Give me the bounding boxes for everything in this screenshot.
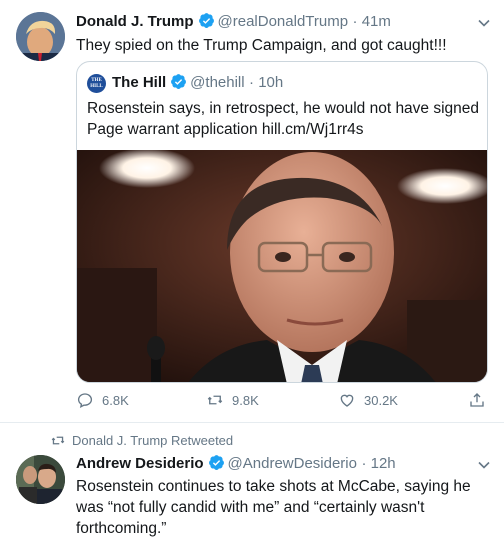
author-name[interactable]: Donald J. Trump — [76, 13, 194, 30]
avatar-trump[interactable] — [16, 12, 65, 61]
tweet2-text-line3: forthcoming.” — [76, 520, 167, 537]
quote-author-handle: @thehill — [190, 74, 245, 91]
tweet2-text-line1: Rosenstein continues to take shots at Mc… — [76, 478, 471, 495]
tweet2-header: Andrew Desiderio @AndrewDesiderio · 12h — [76, 454, 396, 473]
tweet-header: Donald J. Trump @realDonaldTrump · 41m — [76, 12, 391, 31]
share-button[interactable] — [468, 391, 494, 409]
retweeted-by[interactable]: Donald J. Trump Retweeted — [50, 433, 233, 448]
author-name[interactable]: Andrew Desiderio — [76, 455, 204, 472]
heart-icon — [340, 394, 354, 407]
reply-button[interactable]: 6.8K — [76, 391, 129, 409]
retweet-icon — [51, 436, 65, 445]
quote-header: The Hill @thehill · 10h — [112, 73, 283, 92]
retweet-icon — [207, 395, 223, 405]
share-icon — [470, 393, 484, 407]
retweeted-by-label: Donald J. Trump Retweeted — [72, 433, 234, 448]
quote-time: · 10h — [249, 74, 284, 91]
thehill-logo: THE HILL — [87, 74, 106, 93]
quote-author-name: The Hill — [112, 74, 167, 91]
verified-icon — [171, 74, 187, 89]
tweet-text: They spied on the Trump Campaign, and go… — [76, 37, 447, 54]
tweet-trump[interactable]: Donald J. Trump @realDonaldTrump · 41m Th… — [0, 0, 504, 423]
quote-photo[interactable] — [77, 150, 488, 383]
chevron-down-icon[interactable] — [477, 458, 491, 472]
tweet-time[interactable]: · 41m — [353, 13, 391, 30]
tweet2-text-line2: was “not fully candid with me” and “cert… — [76, 499, 425, 516]
chevron-down-icon[interactable] — [477, 16, 491, 30]
tweet-time[interactable]: · 12h — [361, 455, 395, 472]
reply-icon — [77, 393, 93, 409]
quote-text-line1: Rosenstein says, in retrospect, he would… — [87, 100, 480, 117]
like-button[interactable]: 30.2K — [338, 391, 398, 409]
author-handle[interactable]: @realDonaldTrump — [218, 13, 349, 30]
retweet-count: 9.8K — [232, 392, 259, 408]
quoted-tweet[interactable]: THE HILL The Hill @thehill · 10h Rosenste… — [76, 61, 488, 383]
reply-count: 6.8K — [102, 392, 129, 408]
quote-text-line2: Page warrant application hill.cm/Wj1rr4s — [87, 121, 364, 138]
tweet-actions: 6.8K 9.8K 30.2K — [76, 391, 496, 413]
author-handle[interactable]: @AndrewDesiderio — [228, 455, 357, 472]
like-count: 30.2K — [364, 392, 398, 408]
verified-icon — [198, 13, 214, 28]
avatar-desiderio[interactable] — [16, 455, 65, 504]
verified-icon — [208, 455, 224, 470]
retweet-button[interactable]: 9.8K — [206, 391, 259, 409]
